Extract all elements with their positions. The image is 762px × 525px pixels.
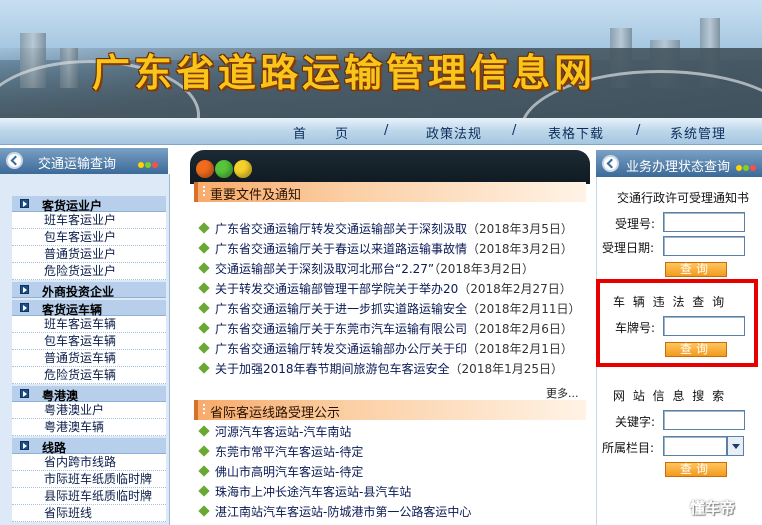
nav-downloads[interactable]: 表格下载	[548, 123, 604, 142]
left-panel-title: 交通运输查询	[38, 157, 117, 172]
expand-arrow-icon	[20, 285, 29, 294]
query-menu: 客货运业户 班车客运业户 包车客运业户 普通货运业户 危险货运业户 外商投资企业…	[12, 194, 166, 522]
news-item[interactable]: 关于转发交通运输部管理干部学院关于举办20（2018年2月27日）	[198, 280, 572, 298]
permit-query-button[interactable]: 查询	[665, 262, 727, 277]
route-item[interactable]: 佛山市高明汽车客运站-待定	[198, 463, 363, 481]
arrow-circle-icon	[602, 155, 619, 172]
bullet-icon	[198, 262, 210, 274]
news-item[interactable]: 广东省交通运输厅关于进一步抓实道路运输安全（2018年2月11日）	[198, 300, 580, 318]
orange-ball-icon	[196, 160, 214, 178]
yellow-ball-icon	[234, 160, 252, 178]
highlight-box	[596, 279, 758, 367]
right-panel-header: 业务办理状态查询	[596, 150, 762, 177]
nav-policy[interactable]: 政策法规	[426, 123, 482, 142]
menu-item[interactable]: 班车客运业户	[12, 212, 166, 229]
menu-category[interactable]: 粤港澳	[12, 386, 166, 403]
right-panel-title: 业务办理状态查询	[626, 160, 731, 175]
bullet-icon	[198, 362, 210, 374]
menu-item[interactable]: 危险货运车辆	[12, 367, 166, 384]
grip-icon	[202, 403, 206, 416]
left-panel-header: 交通运输查询	[0, 148, 168, 174]
menu-item[interactable]: 班车客运车辆	[12, 316, 166, 333]
bullet-icon	[198, 485, 210, 497]
bullet-icon	[198, 505, 210, 517]
keyword-input[interactable]	[663, 410, 745, 430]
arrow-circle-icon	[6, 152, 23, 169]
menu-item[interactable]: 省际班线	[12, 505, 166, 522]
bullet-icon	[198, 242, 210, 254]
watermark-logo: 懂车帝	[690, 499, 736, 517]
menu-item[interactable]: 粤港澳车辆	[12, 419, 166, 436]
site-search-button[interactable]: 查询	[665, 462, 727, 477]
site-search-title: 网 站 信 息 搜 索	[613, 389, 727, 403]
more-link[interactable]: 更多...	[546, 385, 579, 401]
menu-item[interactable]: 危险货运业户	[12, 263, 166, 280]
menu-category[interactable]: 客货运业户	[12, 196, 166, 213]
bullet-icon	[198, 322, 210, 334]
section-header-notices: 重要文件及通知	[194, 182, 586, 203]
news-item[interactable]: 广东省交通运输厅关于东莞市汽车运输有限公司（2018年2月6日）	[198, 320, 573, 338]
nav-system[interactable]: 系统管理	[670, 123, 726, 142]
main-content: 重要文件及通知 广东省交通运输厅转发交通运输部关于深刻汲取（2018年3月5日）…	[190, 150, 590, 525]
bullet-icon	[198, 302, 210, 314]
accept-date-label: 受理日期:	[602, 241, 655, 255]
nav-separator: /	[636, 123, 641, 138]
site-title: 广东省道路运输管理信息网	[92, 50, 597, 95]
status-dots-icon	[736, 160, 757, 174]
permit-query-title: 交通行政许可受理通知书	[617, 191, 750, 205]
main-nav: 首 页 / 政策法规 / 表格下载 / 系统管理	[0, 118, 762, 145]
bullet-icon	[198, 222, 210, 234]
column-select[interactable]	[663, 436, 727, 456]
news-item[interactable]: 广东省交通运输厅转发交通运输部办公厅关于印（2018年2月1日）	[198, 340, 573, 358]
status-dots-icon	[138, 157, 159, 171]
menu-item[interactable]: 普通货运车辆	[12, 350, 166, 367]
column-label: 所属栏目:	[602, 441, 655, 455]
menu-item[interactable]: 包车客运车辆	[12, 333, 166, 350]
news-item[interactable]: 关于加强2018年春节期间旅游包车客运安全（2018年1月25日）	[198, 360, 563, 378]
menu-item[interactable]: 包车客运业户	[12, 229, 166, 246]
chevron-down-icon[interactable]	[727, 436, 744, 456]
menu-category[interactable]: 外商投资企业	[12, 282, 166, 299]
window-control-balls	[196, 160, 253, 181]
green-ball-icon	[215, 160, 233, 178]
route-item[interactable]: 东莞市常平汽车客运站-待定	[198, 443, 363, 461]
expand-arrow-icon	[20, 199, 29, 208]
grip-icon	[202, 185, 206, 198]
accept-no-input[interactable]	[663, 212, 745, 232]
menu-category[interactable]: 线路	[12, 438, 166, 455]
news-item[interactable]: 广东省交通运输厅关于春运以来道路运输事故情（2018年3月2日）	[198, 240, 573, 258]
bullet-icon	[198, 425, 210, 437]
accept-date-input[interactable]	[663, 236, 745, 256]
menu-item[interactable]: 县际班车纸质临时牌	[12, 488, 166, 505]
accept-no-label: 受理号:	[615, 217, 656, 231]
section-header-routes: 省际客运线路受理公示	[194, 400, 586, 421]
route-item[interactable]: 珠海市上冲长途汽车客运站-县汽车站	[198, 483, 411, 501]
bullet-icon	[198, 282, 210, 294]
site-banner: 广东省道路运输管理信息网	[0, 0, 762, 118]
menu-category[interactable]: 客货运车辆	[12, 300, 166, 317]
menu-item[interactable]: 市际班车纸质临时牌	[12, 471, 166, 488]
bullet-icon	[198, 465, 210, 477]
left-panel: 客货运业户 班车客运业户 包车客运业户 普通货运业户 危险货运业户 外商投资企业…	[0, 174, 170, 525]
route-item[interactable]: 河源汽车客运站-汽车南站	[198, 423, 351, 441]
bullet-icon	[198, 445, 210, 457]
nav-separator: /	[512, 123, 517, 138]
nav-separator: /	[384, 123, 389, 138]
keyword-label: 关键字:	[615, 415, 656, 429]
route-item[interactable]: 湛江南站汽车客运站-防城港市第一公路客运中心	[198, 503, 471, 521]
news-item[interactable]: 交通运输部关于深刻汲取河北邢台“2.27”（2018年3月2日）	[198, 260, 534, 278]
expand-arrow-icon	[20, 389, 29, 398]
menu-item[interactable]: 普通货运业户	[12, 246, 166, 263]
expand-arrow-icon	[20, 441, 29, 450]
expand-arrow-icon	[20, 303, 29, 312]
bullet-icon	[198, 342, 210, 354]
nav-home[interactable]: 首 页	[293, 123, 349, 142]
menu-item[interactable]: 省内跨市线路	[12, 454, 166, 471]
news-item[interactable]: 广东省交通运输厅转发交通运输部关于深刻汲取（2018年3月5日）	[198, 220, 573, 238]
menu-item[interactable]: 粤港澳业户	[12, 402, 166, 419]
